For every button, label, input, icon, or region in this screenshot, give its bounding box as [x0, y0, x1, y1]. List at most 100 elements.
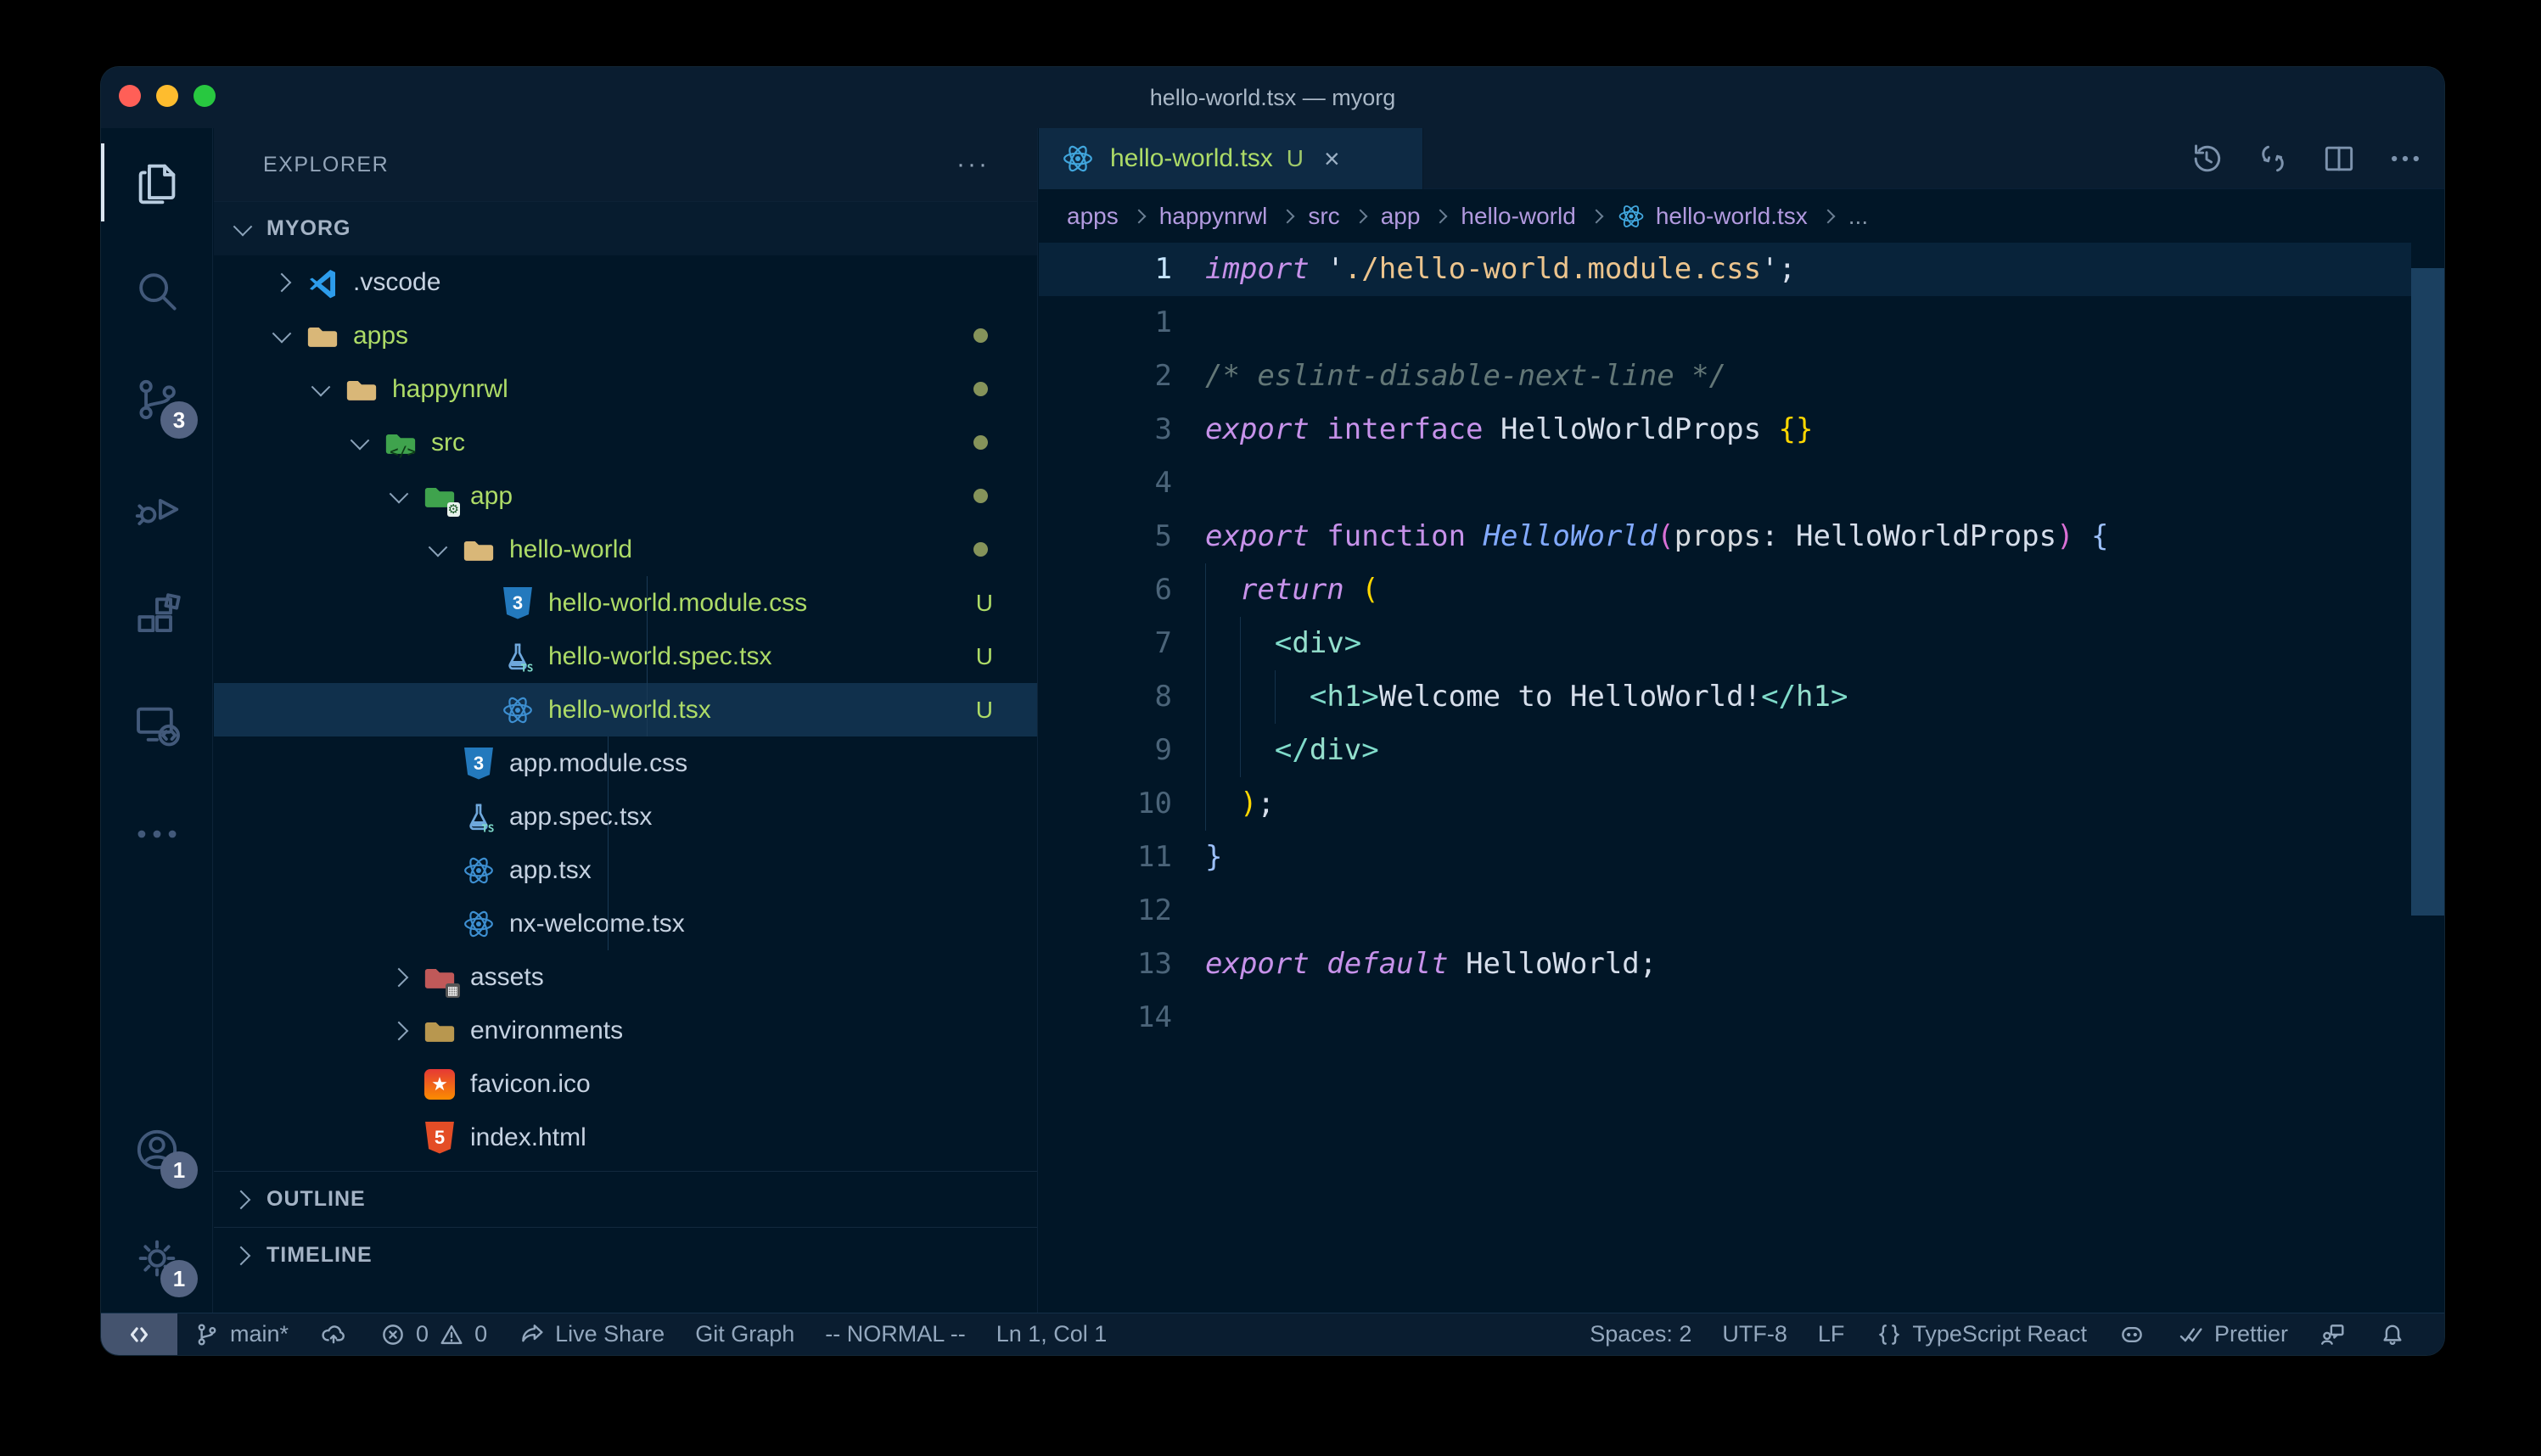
chevron-down-icon[interactable] — [429, 537, 448, 557]
chevron-right-icon[interactable] — [390, 967, 409, 987]
tree-item-apps[interactable]: apps — [214, 309, 1037, 362]
status-git-branch[interactable]: main* — [177, 1313, 304, 1355]
status-copilot[interactable] — [2102, 1313, 2162, 1355]
code-line-10[interactable]: 9 </div> — [1039, 724, 2411, 777]
breadcrumb-item-hello-world-tsx[interactable]: hello-world.tsx — [1656, 203, 1808, 230]
line-number: 8 — [1039, 670, 1172, 724]
code-line-4[interactable]: 3export interface HelloWorldProps {} — [1039, 403, 2411, 456]
status-formatter[interactable]: Prettier — [2162, 1313, 2303, 1355]
tree-item-app-spec-tsx[interactable]: TSapp.spec.tsx — [214, 790, 1037, 843]
status-remote-indicator[interactable] — [101, 1313, 177, 1355]
activity-item-run-debug[interactable] — [101, 454, 213, 563]
code-line-9[interactable]: 8 <h1>Welcome to HelloWorld!</h1> — [1039, 670, 2411, 724]
status-eol[interactable]: LF — [1803, 1313, 1860, 1355]
status-problems[interactable]: 00 — [363, 1313, 502, 1355]
git-modified-dot — [973, 542, 988, 557]
tab-strip: hello-world.tsx U × — [1039, 128, 2444, 189]
code-line-7[interactable]: 6 return ( — [1039, 563, 2411, 617]
status-vim-mode[interactable]: -- NORMAL -- — [810, 1313, 980, 1355]
activity-item-explorer[interactable] — [101, 128, 213, 237]
code-line-13[interactable]: 12 — [1039, 884, 2411, 938]
status-cursor-position[interactable]: Ln 1, Col 1 — [981, 1313, 1123, 1355]
feedback-icon — [2319, 1320, 2347, 1349]
line-number: 2 — [1039, 350, 1172, 403]
breadcrumb-item-happynrwl[interactable]: happynrwl — [1159, 203, 1268, 230]
status-feedback[interactable] — [2303, 1313, 2363, 1355]
status-encoding[interactable]: UTF-8 — [1707, 1313, 1803, 1355]
status-git-graph[interactable]: Git Graph — [680, 1313, 810, 1355]
chevron-down-icon[interactable] — [311, 377, 331, 396]
activity-item-accounts[interactable]: 1 — [101, 1095, 213, 1204]
code-line-14[interactable]: 13export default HelloWorld; — [1039, 938, 2411, 991]
activity-item-source-control[interactable]: 3 — [101, 345, 213, 454]
status-label: UTF-8 — [1722, 1321, 1787, 1347]
breadcrumb-item-app[interactable]: app — [1381, 203, 1421, 230]
tree-root-myorg[interactable]: MYORG — [214, 202, 1037, 255]
code-line-12[interactable]: 11} — [1039, 831, 2411, 884]
activity-item-extensions[interactable] — [101, 563, 213, 671]
breadcrumb-item-hello-world[interactable]: hello-world — [1461, 203, 1575, 230]
tab-label: hello-world.tsx — [1110, 144, 1273, 173]
code-line-6[interactable]: 5export function HelloWorld(props: Hello… — [1039, 510, 2411, 563]
breadcrumb-separator-icon — [1589, 209, 1603, 223]
activity-item-remote-explorer[interactable] — [101, 671, 213, 780]
activity-item-settings[interactable]: 1 — [101, 1204, 213, 1313]
chevron-down-icon[interactable] — [390, 484, 409, 503]
chevron-right-icon[interactable] — [272, 272, 292, 292]
open-changes-button[interactable] — [2251, 137, 2295, 181]
tree-item-hello-world-module-css[interactable]: 3hello-world.module.cssU — [214, 576, 1037, 630]
code-line-5[interactable]: 4 — [1039, 456, 2411, 510]
more-actions-button[interactable] — [2383, 137, 2427, 181]
tree-item-src[interactable]: </>src — [214, 416, 1037, 469]
tree-item-assets[interactable]: ▦assets — [214, 950, 1037, 1004]
code-line-1[interactable]: 1import './hello-world.module.css'; — [1039, 243, 2411, 296]
status-live-share[interactable]: Live Share — [502, 1313, 680, 1355]
editor-scrollbar[interactable] — [2411, 268, 2444, 916]
status-notifications[interactable] — [2363, 1313, 2422, 1355]
status-language-mode[interactable]: TypeScript React — [1859, 1313, 2102, 1355]
tree-item-happynrwl[interactable]: happynrwl — [214, 362, 1037, 416]
open-timeline-button[interactable] — [2185, 137, 2229, 181]
branch-icon — [193, 1320, 222, 1349]
tree-item-environments[interactable]: environments — [214, 1004, 1037, 1057]
tree-item-hello-world-spec-tsx[interactable]: TShello-world.spec.tsxU — [214, 630, 1037, 683]
tree-item-index-html[interactable]: 5index.html — [214, 1111, 1037, 1164]
code-editor[interactable]: 1import './hello-world.module.css';12/* … — [1039, 243, 2444, 1313]
status-indentation[interactable]: Spaces: 2 — [1574, 1313, 1707, 1355]
code-line-11[interactable]: 10 ); — [1039, 777, 2411, 831]
tree-item-hello-world[interactable]: hello-world — [214, 523, 1037, 576]
tree-item-hello-world-tsx[interactable]: hello-world.tsxU — [214, 683, 1037, 736]
code-line-15[interactable]: 14 — [1039, 991, 2411, 1044]
git-modified-dot — [973, 382, 988, 396]
breadcrumb-separator-icon — [1281, 209, 1295, 223]
tree-item-app-module-css[interactable]: 3app.module.css — [214, 736, 1037, 790]
tab-hello-world-tsx[interactable]: hello-world.tsx U × — [1039, 128, 1423, 189]
breadcrumb-item--[interactable]: ... — [1848, 203, 1868, 230]
folder-app-icon: ⚙ — [423, 479, 457, 513]
chevron-down-icon[interactable] — [351, 430, 370, 450]
code-line-8[interactable]: 7 <div> — [1039, 617, 2411, 670]
explorer-more-icon[interactable]: ··· — [956, 150, 990, 179]
css3-file-icon: 3 — [462, 747, 496, 781]
breadcrumb-item-apps[interactable]: apps — [1067, 203, 1119, 230]
chevron-right-icon[interactable] — [390, 1021, 409, 1040]
debug-icon — [131, 482, 183, 535]
tree-item-app-tsx[interactable]: app.tsx — [214, 843, 1037, 897]
code-text: <div> — [1205, 617, 1361, 670]
activity-item-search[interactable] — [101, 237, 213, 345]
tree-item-app[interactable]: ⚙app — [214, 469, 1037, 523]
sidebar-section-outline[interactable]: OUTLINE — [214, 1171, 1037, 1227]
chevron-down-icon[interactable] — [272, 323, 292, 343]
split-editor-button[interactable] — [2317, 137, 2361, 181]
code-line-3[interactable]: 2/* eslint-disable-next-line */ — [1039, 350, 2411, 403]
chevron-down-icon[interactable] — [233, 216, 253, 236]
tree-item-favicon-ico[interactable]: ★favicon.ico — [214, 1057, 1037, 1111]
activity-item-more[interactable] — [101, 780, 213, 888]
status-sync[interactable] — [304, 1313, 363, 1355]
tree-item-nx-welcome-tsx[interactable]: nx-welcome.tsx — [214, 897, 1037, 950]
code-line-2[interactable]: 1 — [1039, 296, 2411, 350]
sidebar-section-timeline[interactable]: TIMELINE — [214, 1227, 1037, 1283]
breadcrumb-item-src[interactable]: src — [1308, 203, 1339, 230]
tree-item--vscode[interactable]: .vscode — [214, 255, 1037, 309]
tab-close-icon[interactable]: × — [1324, 143, 1340, 175]
